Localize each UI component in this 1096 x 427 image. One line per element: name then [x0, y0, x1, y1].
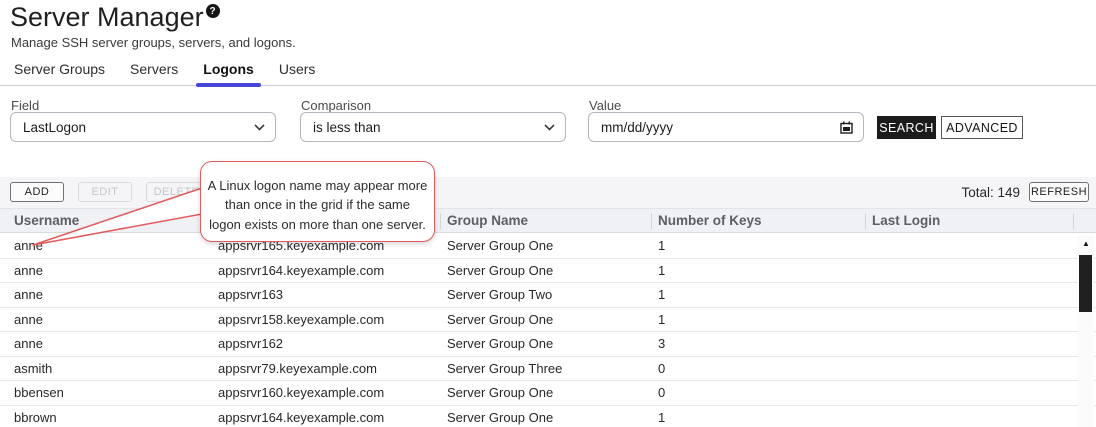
cell-group: Server Group One: [433, 308, 644, 332]
column-separator: [651, 213, 652, 229]
tab-servers[interactable]: Servers: [128, 57, 180, 85]
cell-keys: 1: [644, 308, 858, 332]
cell-last-login: [858, 308, 1096, 332]
cell-username: anne: [0, 234, 204, 258]
cell-server: appsrvr164.keyexample.com: [204, 406, 433, 427]
field-select-value: LastLogon: [23, 120, 254, 135]
tab-users[interactable]: Users: [277, 57, 318, 85]
cell-keys: 3: [644, 332, 858, 356]
edit-button[interactable]: EDIT: [78, 182, 132, 202]
cell-username: bbensen: [0, 381, 204, 405]
callout-text-line: than once in the grid if the same: [201, 195, 434, 214]
table-row[interactable]: asmithappsrvr79.keyexample.comServer Gro…: [0, 357, 1096, 382]
cell-keys: 0: [644, 357, 858, 381]
add-button[interactable]: ADD: [10, 182, 64, 202]
cell-last-login: [858, 381, 1096, 405]
table-row[interactable]: bbensenappsrvr160.keyexample.comServer G…: [0, 381, 1096, 406]
page-title: Server Manager?: [10, 2, 220, 33]
tab-logons[interactable]: Logons: [201, 57, 256, 85]
column-header-group-name[interactable]: Group Name: [433, 209, 644, 232]
cell-group: Server Group One: [433, 332, 644, 356]
cell-server: appsrvr162: [204, 332, 433, 356]
cell-username: asmith: [0, 357, 204, 381]
callout-text-line: logon exists on more than one server.: [201, 215, 434, 234]
total-count: Total: 149: [961, 177, 1020, 208]
page-subtitle: Manage SSH server groups, servers, and l…: [11, 35, 296, 50]
field-label: Field: [11, 98, 39, 113]
scrollbar-thumb[interactable]: [1079, 255, 1092, 312]
cell-username: anne: [0, 332, 204, 356]
page-title-text: Server Manager: [10, 2, 204, 32]
value-date-input[interactable]: mm/dd/yyyy: [588, 112, 864, 142]
cell-group: Server Group Three: [433, 357, 644, 381]
cell-username: anne: [0, 283, 204, 307]
comparison-select[interactable]: is less than: [300, 112, 566, 142]
table-row[interactable]: anneappsrvr162Server Group One3: [0, 332, 1096, 357]
callout-bubble: A Linux logon name may appear morethan o…: [200, 161, 435, 242]
delete-button[interactable]: DELETE: [146, 182, 207, 202]
cell-group: Server Group One: [433, 381, 644, 405]
table-row[interactable]: anneappsrvr158.keyexample.comServer Grou…: [0, 308, 1096, 333]
cell-keys: 0: [644, 381, 858, 405]
cell-last-login: [858, 332, 1096, 356]
cell-last-login: [858, 259, 1096, 283]
cell-keys: 1: [644, 234, 858, 258]
cell-keys: 1: [644, 259, 858, 283]
chevron-down-icon: [254, 124, 265, 131]
calendar-icon[interactable]: [840, 121, 853, 134]
cell-username: anne: [0, 259, 204, 283]
vertical-scrollbar[interactable]: ▲: [1078, 236, 1094, 427]
column-header-last-login[interactable]: Last Login: [858, 209, 1096, 232]
cell-server: appsrvr79.keyexample.com: [204, 357, 433, 381]
cell-server: appsrvr164.keyexample.com: [204, 259, 433, 283]
comparison-select-value: is less than: [313, 120, 544, 135]
scroll-up-icon[interactable]: ▲: [1078, 236, 1094, 250]
table-row[interactable]: anneappsrvr165.keyexample.comServer Grou…: [0, 234, 1096, 259]
table-body: anneappsrvr165.keyexample.comServer Grou…: [0, 234, 1096, 427]
value-label: Value: [589, 98, 621, 113]
value-date-placeholder: mm/dd/yyyy: [601, 120, 840, 135]
cell-group: Server Group One: [433, 259, 644, 283]
help-icon[interactable]: ?: [206, 4, 220, 18]
table-row[interactable]: bbrownappsrvr164.keyexample.comServer Gr…: [0, 406, 1096, 427]
search-button[interactable]: SEARCH: [877, 116, 936, 139]
cell-username: bbrown: [0, 406, 204, 427]
tab-bar: Server Groups Servers Logons Users: [0, 58, 1096, 86]
cell-keys: 1: [644, 283, 858, 307]
column-header-username[interactable]: Username: [0, 209, 204, 232]
table-row[interactable]: anneappsrvr164.keyexample.comServer Grou…: [0, 259, 1096, 284]
cell-keys: 1: [644, 406, 858, 427]
cell-server: appsrvr158.keyexample.com: [204, 308, 433, 332]
cell-username: anne: [0, 308, 204, 332]
grid-toolbar: ADD EDIT DELETE Total: 149 REFRESH: [0, 177, 1096, 208]
cell-last-login: [858, 406, 1096, 427]
column-separator: [865, 213, 866, 229]
table-header-row: Username Group NameNumber of KeysLast Log…: [0, 208, 1096, 233]
cell-server: appsrvr160.keyexample.com: [204, 381, 433, 405]
tab-server-groups[interactable]: Server Groups: [12, 57, 107, 85]
column-header-number-of-keys[interactable]: Number of Keys: [644, 209, 858, 232]
callout-text-line: A Linux logon name may appear more: [201, 176, 434, 195]
refresh-button[interactable]: REFRESH: [1029, 182, 1089, 202]
column-separator: [440, 213, 441, 229]
table-row[interactable]: anneappsrvr163Server Group Two1: [0, 283, 1096, 308]
cell-server: appsrvr163: [204, 283, 433, 307]
cell-last-login: [858, 283, 1096, 307]
comparison-label: Comparison: [301, 98, 371, 113]
column-separator: [1073, 213, 1074, 229]
cell-group: Server Group One: [433, 234, 644, 258]
cell-group: Server Group One: [433, 406, 644, 427]
cell-group: Server Group Two: [433, 283, 644, 307]
cell-last-login: [858, 234, 1096, 258]
chevron-down-icon: [544, 124, 555, 131]
advanced-button[interactable]: ADVANCED: [941, 116, 1023, 139]
field-select[interactable]: LastLogon: [10, 112, 276, 142]
cell-last-login: [858, 357, 1096, 381]
